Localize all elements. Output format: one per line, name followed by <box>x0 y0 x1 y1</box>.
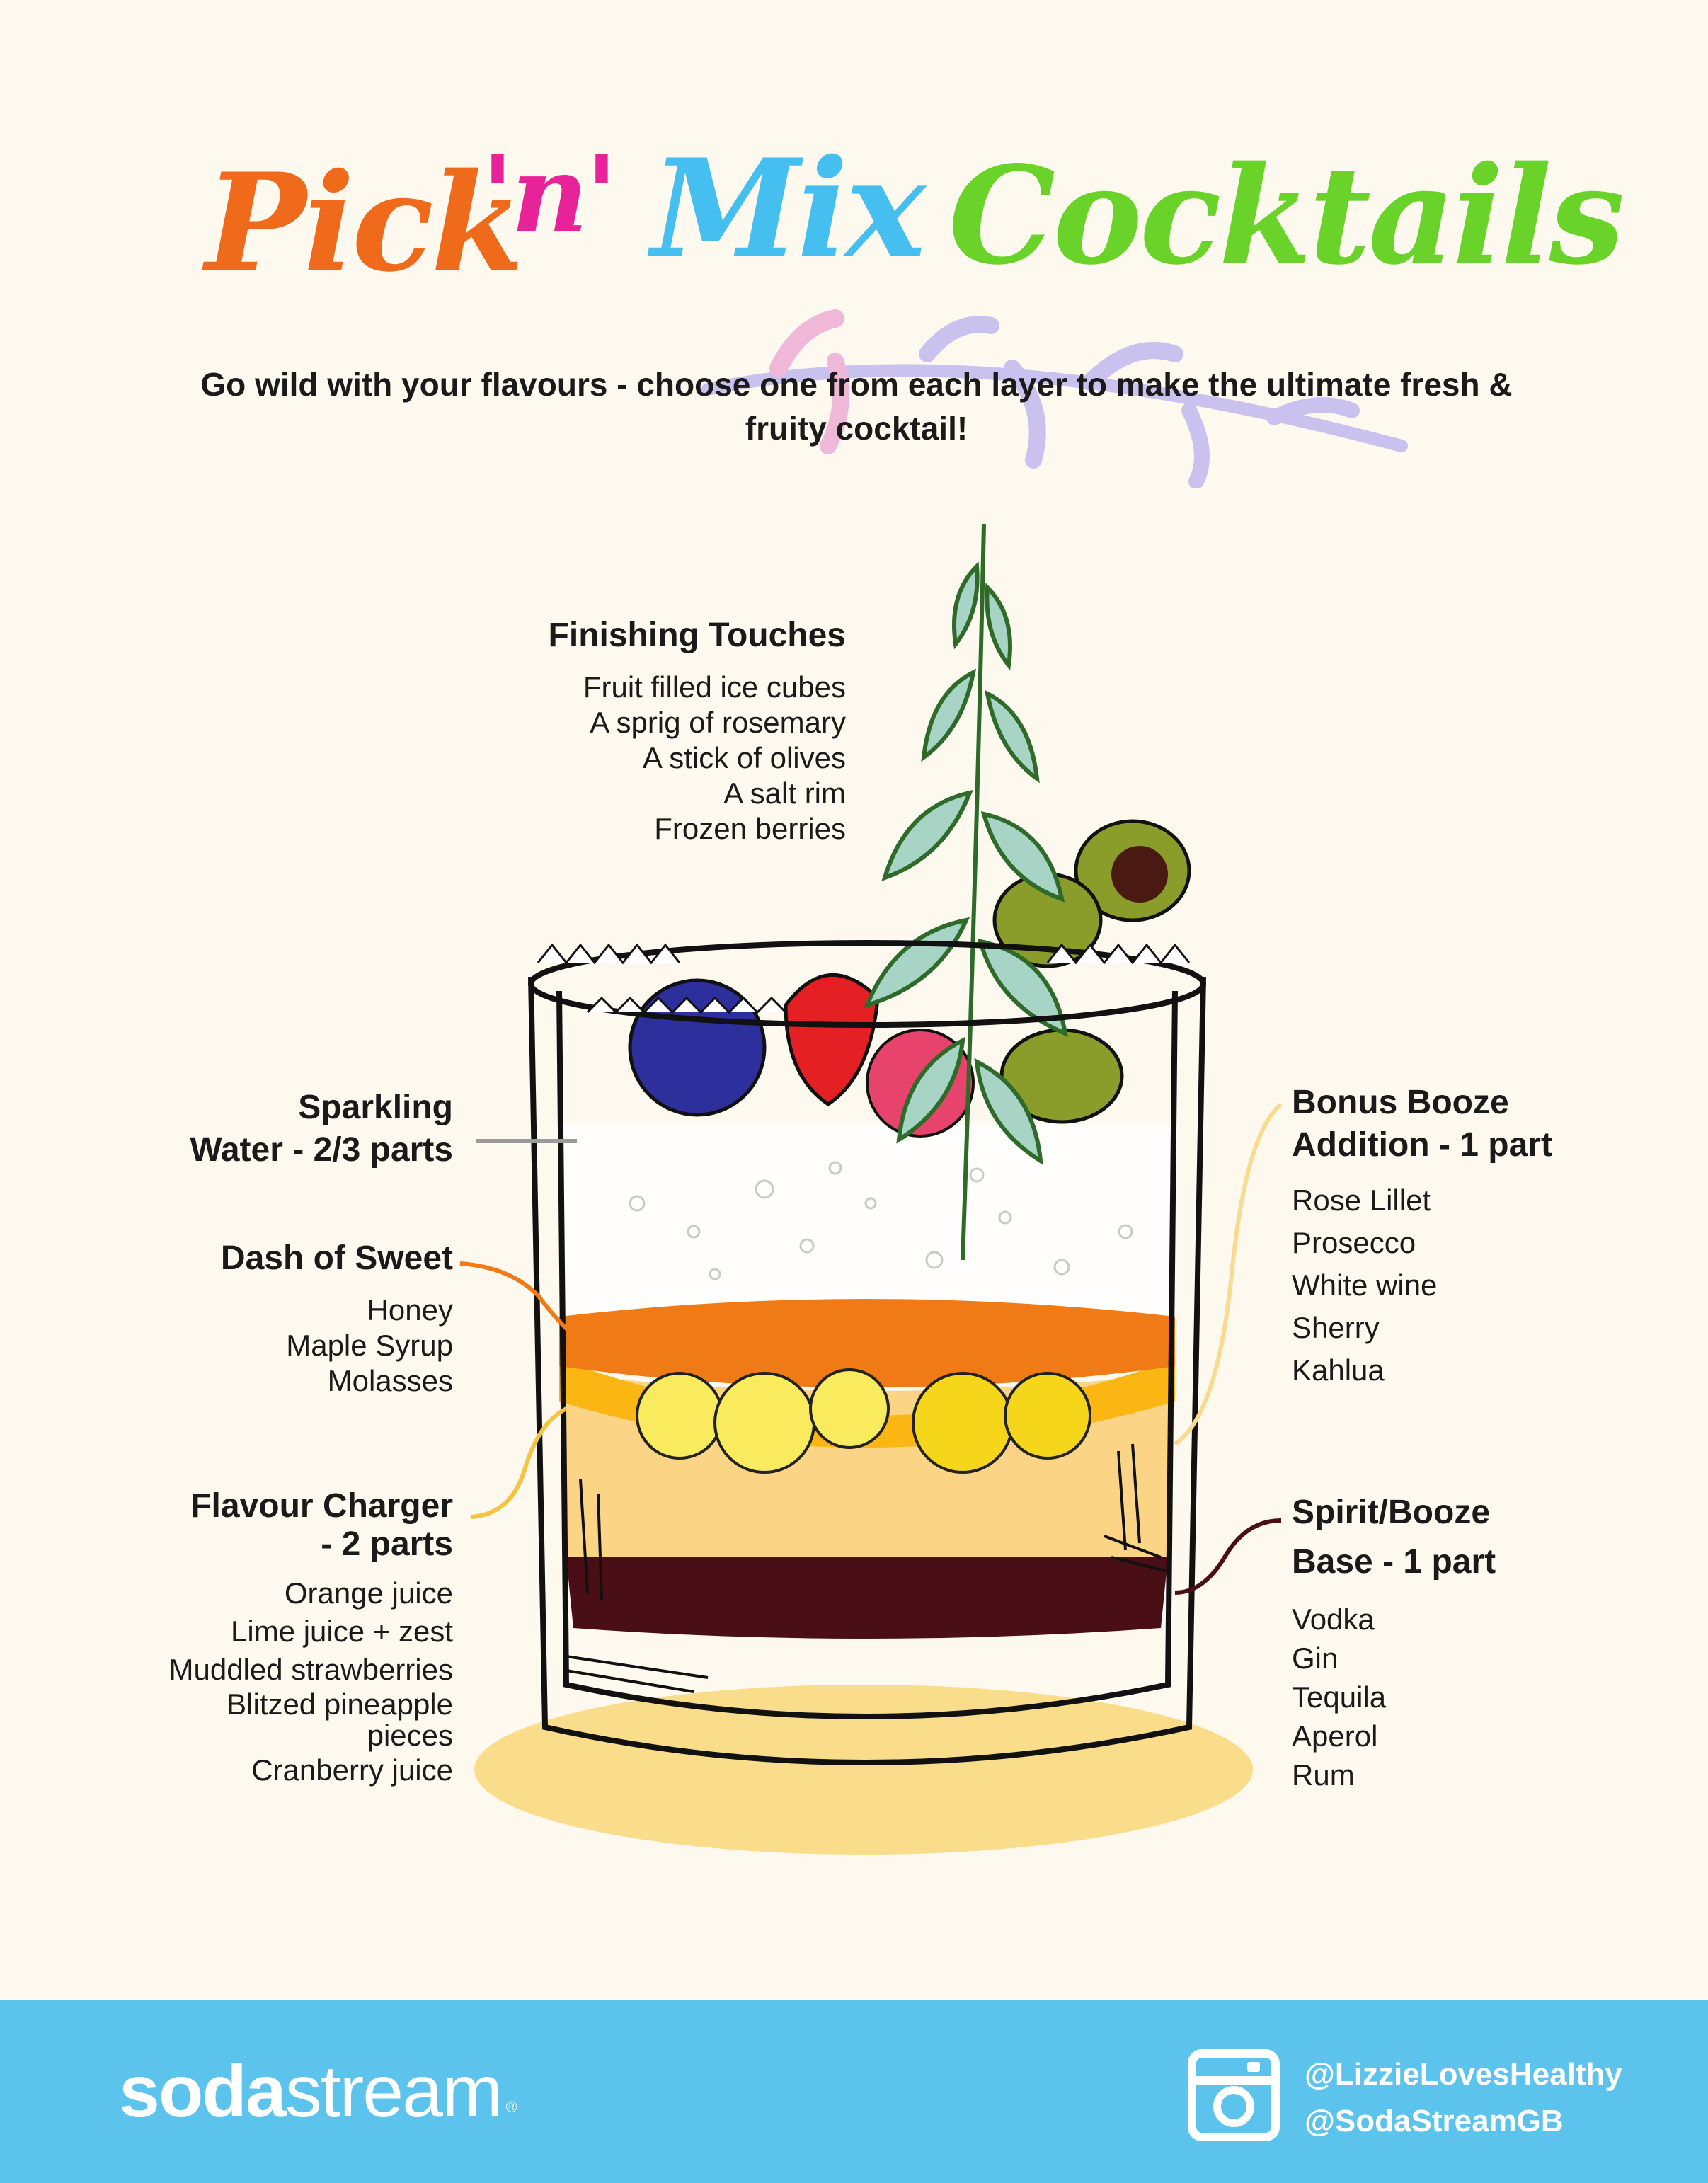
sparkling-heading-line2: Water - 2/3 parts <box>190 1131 453 1169</box>
spirit-layer <box>566 1557 1168 1639</box>
list-item: Cranberry juice <box>251 1753 453 1787</box>
flavour-charger-block: Flavour Charger - 2 parts Orange juice L… <box>99 1485 453 1789</box>
list-item: Honey <box>367 1293 453 1327</box>
list-item: A sprig of rosemary <box>590 706 846 739</box>
dash-of-sweet-block: Dash of Sweet Honey Maple Syrup Molasses <box>99 1237 453 1399</box>
strawberry <box>784 973 880 1107</box>
list-item: Maple Syrup <box>286 1329 453 1362</box>
list-item: Lime juice + zest <box>231 1615 453 1648</box>
instagram-icon-dot <box>1247 2062 1260 2072</box>
instagram-icon-lens <box>1213 2086 1254 2127</box>
sodastream-logo: sodastream ® <box>119 2049 517 2134</box>
list-item: A salt rim <box>723 777 846 810</box>
bonus-booze-block: Bonus Booze Addition - 1 part Rose Lille… <box>1292 1082 1660 1392</box>
spirit-base-block: Spirit/Booze Base - 1 part Vodka Gin Teq… <box>1292 1488 1660 1794</box>
olive-1-pit <box>1111 846 1168 903</box>
list-item: Fruit filled ice cubes <box>583 670 846 704</box>
list-item: Blitzed pineapple <box>227 1688 453 1721</box>
brand-mark: ® <box>505 2098 517 2116</box>
bonus-list: Rose Lillet Prosecco White wine Sherry K… <box>1292 1179 1660 1392</box>
list-item: Aperol <box>1292 1719 1378 1753</box>
list-item: Rose Lillet <box>1292 1184 1431 1217</box>
sweet-list: Honey Maple Syrup Molasses <box>99 1293 453 1399</box>
list-item: A stick of olives <box>642 741 846 774</box>
glass-shadow <box>474 1685 1253 1855</box>
list-item: Rum <box>1292 1758 1355 1792</box>
sparkling-heading-line1: Sparkling <box>298 1089 453 1126</box>
list-item: Tequila <box>1292 1680 1387 1714</box>
handle-lizzie[interactable]: @LizzieLovesHealthy <box>1305 2051 1622 2098</box>
brand-bold: soda <box>119 2051 287 2133</box>
spirit-heading-line2: Base - 1 part <box>1292 1543 1496 1581</box>
leader-charger <box>470 1406 568 1519</box>
bonus-heading-line1: Bonus Booze <box>1292 1084 1509 1121</box>
charger-heading-line2: - 2 parts <box>321 1525 453 1563</box>
list-item: pieces <box>367 1719 453 1752</box>
spirit-list: Vodka Gin Tequila Aperol Rum <box>1292 1600 1660 1794</box>
brand-light: stream <box>285 2051 503 2133</box>
spirit-heading-line1: Spirit/Booze <box>1292 1494 1491 1531</box>
bonus-heading-line2: Addition - 1 part <box>1292 1126 1552 1164</box>
list-item: Muddled strawberries <box>168 1653 453 1686</box>
charger-heading-line1: Flavour Charger <box>190 1487 453 1525</box>
sweet-heading: Dash of Sweet <box>220 1239 453 1277</box>
list-item: Molasses <box>327 1364 453 1397</box>
instagram-icon-bar <box>1196 2076 1271 2085</box>
list-item: Vodka <box>1292 1603 1375 1636</box>
leader-bonus <box>1174 1102 1283 1446</box>
social-handles: @LizzieLovesHealthy @SodaStreamGB <box>1305 2051 1622 2145</box>
list-item: Kahlua <box>1292 1353 1385 1387</box>
list-item: Gin <box>1292 1641 1339 1675</box>
list-item: Frozen berries <box>654 812 846 845</box>
sparkling-water-block: Sparkling Water - 2/3 parts <box>99 1087 453 1171</box>
instagram-icon[interactable] <box>1188 2049 1280 2141</box>
list-item: White wine <box>1292 1268 1438 1302</box>
finishing-heading: Finishing Touches <box>548 617 846 654</box>
sparkling-layer <box>559 1125 1175 1317</box>
handle-sodastream[interactable]: @SodaStreamGB <box>1305 2098 1622 2145</box>
list-item: Prosecco <box>1292 1226 1416 1259</box>
list-item: Sherry <box>1292 1311 1380 1344</box>
finishing-list: Fruit filled ice cubes A sprig of rosema… <box>439 670 846 847</box>
list-item: Orange juice <box>284 1576 453 1610</box>
finishing-touches-block: Finishing Touches Fruit filled ice cubes… <box>439 614 846 847</box>
charger-list: Orange juice Lime juice + zest Muddled s… <box>99 1574 453 1789</box>
